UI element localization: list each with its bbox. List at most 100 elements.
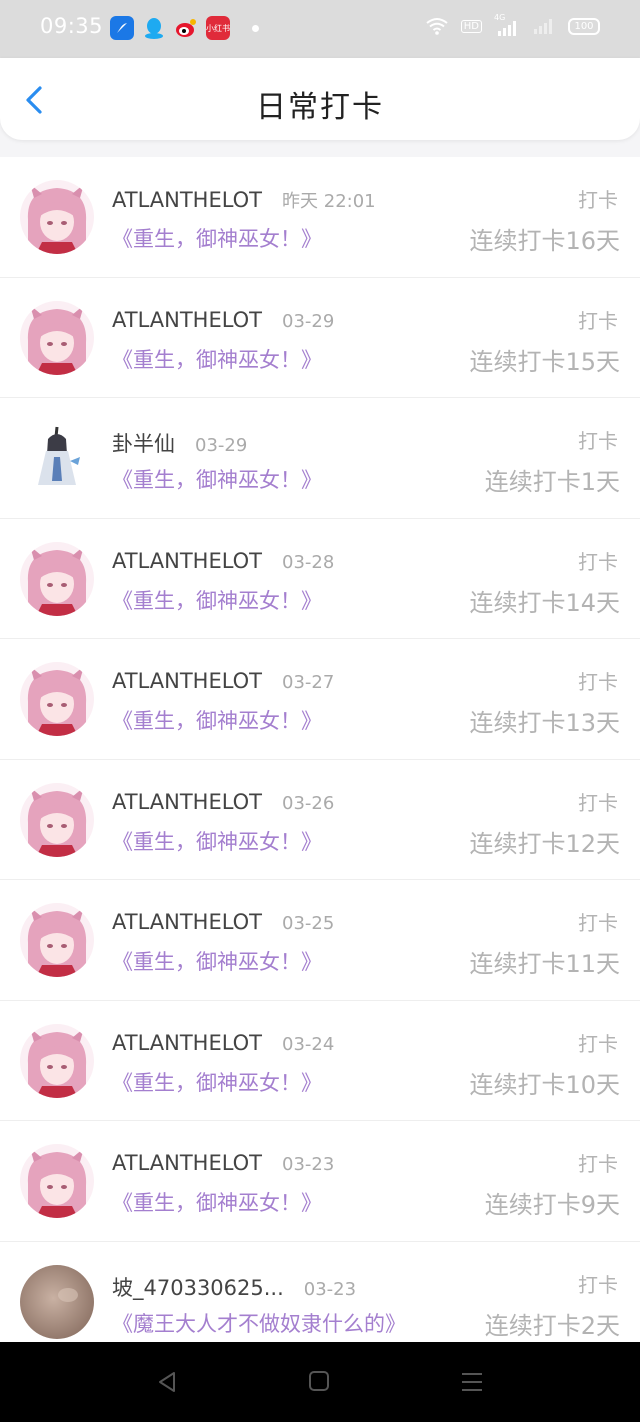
checkin-label: 打卡 xyxy=(578,188,618,212)
checkin-date: 03-29 xyxy=(195,435,248,456)
checkin-row-1[interactable]: ATLANTHELOT 昨天 22:01 《重生，御神巫女！》 打卡 连续打卡16… xyxy=(0,157,640,278)
pink-hair-avatar[interactable] xyxy=(20,300,94,375)
checkin-date: 03-23 xyxy=(303,1278,357,1300)
signal-empty-icon xyxy=(534,19,552,34)
checkin-row-8[interactable]: ATLANTHELOT 03-24 《重生，御神巫女！》 打卡 连续打卡10天 xyxy=(0,1000,640,1121)
more-notifications-dot xyxy=(252,24,259,32)
battery-icon: 100 xyxy=(568,17,600,35)
streak-count: 连续打卡10天 xyxy=(469,1070,620,1099)
system-nav-bar xyxy=(0,1342,640,1422)
user-name: ATLANTHELOT 03-29 xyxy=(112,308,334,332)
user-name-text[interactable]: ATLANTHELOT xyxy=(112,1151,262,1175)
user-name: ATLANTHELOT 03-28 xyxy=(112,549,334,573)
pink-hair-avatar[interactable] xyxy=(20,782,94,857)
streak-count: 连续打卡15天 xyxy=(469,347,620,376)
user-name: ATLANTHELOT 03-24 xyxy=(112,1031,334,1055)
checkin-label: 打卡 xyxy=(578,429,618,453)
book-title[interactable]: 《重生，御神巫女！》 xyxy=(112,344,322,374)
user-name: 坡_470330625... 03-23 xyxy=(112,1272,356,1302)
book-title[interactable]: 《重生，御神巫女！》 xyxy=(112,223,322,253)
user-name-text[interactable]: ATLANTHELOT xyxy=(112,669,262,693)
checkin-label: 打卡 xyxy=(578,1272,618,1297)
hd-badge: HD xyxy=(460,19,482,33)
book-title[interactable]: 《重生，御神巫女！》 xyxy=(112,705,322,735)
book-title[interactable]: 《重生，御神巫女！》 xyxy=(112,946,322,976)
user-name-text[interactable]: ATLANTHELOT xyxy=(112,790,262,814)
book-title[interactable]: 《重生，御神巫女！》 xyxy=(112,1067,322,1097)
streak-count: 连续打卡2天 xyxy=(484,1311,620,1340)
user-name: 卦半仙 03-29 xyxy=(112,428,247,458)
redbook-icon: 小红书 xyxy=(206,16,230,40)
checkin-label: 打卡 xyxy=(578,549,618,574)
system-indicators: HD 4G 100 xyxy=(425,13,600,36)
checkin-row-7[interactable]: ATLANTHELOT 03-25 《重生，御神巫女！》 打卡 连续打卡11天 xyxy=(0,880,640,1001)
checkin-date: 03-29 xyxy=(282,310,335,332)
square-home-icon[interactable] xyxy=(308,1370,330,1392)
checkin-row-6[interactable]: ATLANTHELOT 03-26 《重生，御神巫女！》 打卡 连续打卡12天 xyxy=(0,759,640,880)
three-lines-menu-icon[interactable] xyxy=(460,1370,484,1394)
pink-hair-avatar[interactable] xyxy=(20,662,94,736)
signal-4g-icon: 4G xyxy=(494,13,520,36)
checkin-date: 03-23 xyxy=(282,1154,335,1175)
checkin-label: 打卡 xyxy=(578,308,618,333)
checkin-label: 打卡 xyxy=(578,1152,618,1176)
streak-count: 连续打卡11天 xyxy=(469,950,620,978)
user-name: ATLANTHELOT 03-26 xyxy=(112,790,334,814)
user-name-text[interactable]: 卦半仙 xyxy=(112,432,175,456)
streak-count: 连续打卡12天 xyxy=(469,829,620,858)
book-title[interactable]: 《魔王大人才不做奴隶什么的》 xyxy=(112,1308,406,1338)
feather-app-icon xyxy=(110,16,134,40)
pink-hair-avatar[interactable] xyxy=(20,1144,94,1218)
user-name-text[interactable]: ATLANTHELOT xyxy=(112,549,262,573)
checkin-row-3[interactable]: 卦半仙 03-29 《重生，御神巫女！》 打卡 连续打卡1天 xyxy=(0,398,640,519)
user-name-text[interactable]: ATLANTHELOT xyxy=(112,188,262,212)
wifi-icon xyxy=(426,18,448,35)
user-name-text[interactable]: 坡_470330625... xyxy=(112,1276,284,1300)
checkin-row-4[interactable]: ATLANTHELOT 03-28 《重生，御神巫女！》 打卡 连续打卡14天 xyxy=(0,518,640,639)
streak-count: 连续打卡9天 xyxy=(484,1191,620,1219)
pink-hair-avatar[interactable] xyxy=(20,1023,94,1098)
checkin-row-2[interactable]: ATLANTHELOT 03-29 《重生，御神巫女！》 打卡 连续打卡15天 xyxy=(0,277,640,398)
user-name-text[interactable]: ATLANTHELOT xyxy=(112,308,262,332)
book-title[interactable]: 《重生，御神巫女！》 xyxy=(112,585,322,615)
user-name-text[interactable]: ATLANTHELOT xyxy=(112,1031,262,1055)
checkin-date: 昨天 22:01 xyxy=(282,191,376,212)
streak-count: 连续打卡14天 xyxy=(469,588,620,617)
streak-count: 连续打卡16天 xyxy=(469,227,620,255)
book-title[interactable]: 《重生，御神巫女！》 xyxy=(112,1187,322,1217)
weibo-icon xyxy=(174,16,198,40)
checkin-label: 打卡 xyxy=(578,911,618,935)
checkin-date: 03-28 xyxy=(282,551,335,573)
pink-hair-avatar[interactable] xyxy=(20,903,94,977)
pink-hair-avatar[interactable] xyxy=(20,180,94,254)
notification-icons: 小红书 xyxy=(110,16,259,40)
user-name: ATLANTHELOT 昨天 22:01 xyxy=(112,187,376,213)
checkin-row-5[interactable]: ATLANTHELOT 03-27 《重生，御神巫女！》 打卡 连续打卡13天 xyxy=(0,639,640,760)
checkin-date: 03-24 xyxy=(282,1033,335,1055)
page-title: 日常打卡 xyxy=(256,90,384,125)
checkin-list: ATLANTHELOT 昨天 22:01 《重生，御神巫女！》 打卡 连续打卡16… xyxy=(0,157,640,1362)
user-name: ATLANTHELOT 03-23 xyxy=(112,1151,334,1175)
checkin-date: 03-27 xyxy=(282,672,335,693)
triangle-back-icon[interactable] xyxy=(155,1370,179,1394)
checkin-date: 03-25 xyxy=(282,913,335,934)
checkin-date: 03-26 xyxy=(282,792,335,814)
user-name-text[interactable]: ATLANTHELOT xyxy=(112,910,262,934)
redbook-label: 小红书 xyxy=(206,23,230,33)
user-name: ATLANTHELOT 03-25 xyxy=(112,910,334,934)
book-title[interactable]: 《重生，御神巫女！》 xyxy=(112,826,322,856)
status-bar: 09:35 小红书 HD 4G 100 xyxy=(0,0,640,58)
checkin-label: 打卡 xyxy=(578,790,618,815)
book-title[interactable]: 《重生，御神巫女！》 xyxy=(112,464,322,494)
blurred-photo-avatar[interactable] xyxy=(20,1264,94,1339)
checkin-row-9[interactable]: ATLANTHELOT 03-23 《重生，御神巫女！》 打卡 连续打卡9天 xyxy=(0,1121,640,1242)
sage-character-avatar[interactable] xyxy=(20,421,94,495)
user-name: ATLANTHELOT 03-27 xyxy=(112,669,334,693)
qq-icon xyxy=(142,16,166,40)
streak-count: 连续打卡13天 xyxy=(469,709,620,737)
clock-time: 09:35 xyxy=(40,14,104,38)
checkin-label: 打卡 xyxy=(578,1031,618,1056)
checkin-label: 打卡 xyxy=(578,670,618,694)
battery-level: 100 xyxy=(574,20,594,32)
pink-hair-avatar[interactable] xyxy=(20,541,94,616)
